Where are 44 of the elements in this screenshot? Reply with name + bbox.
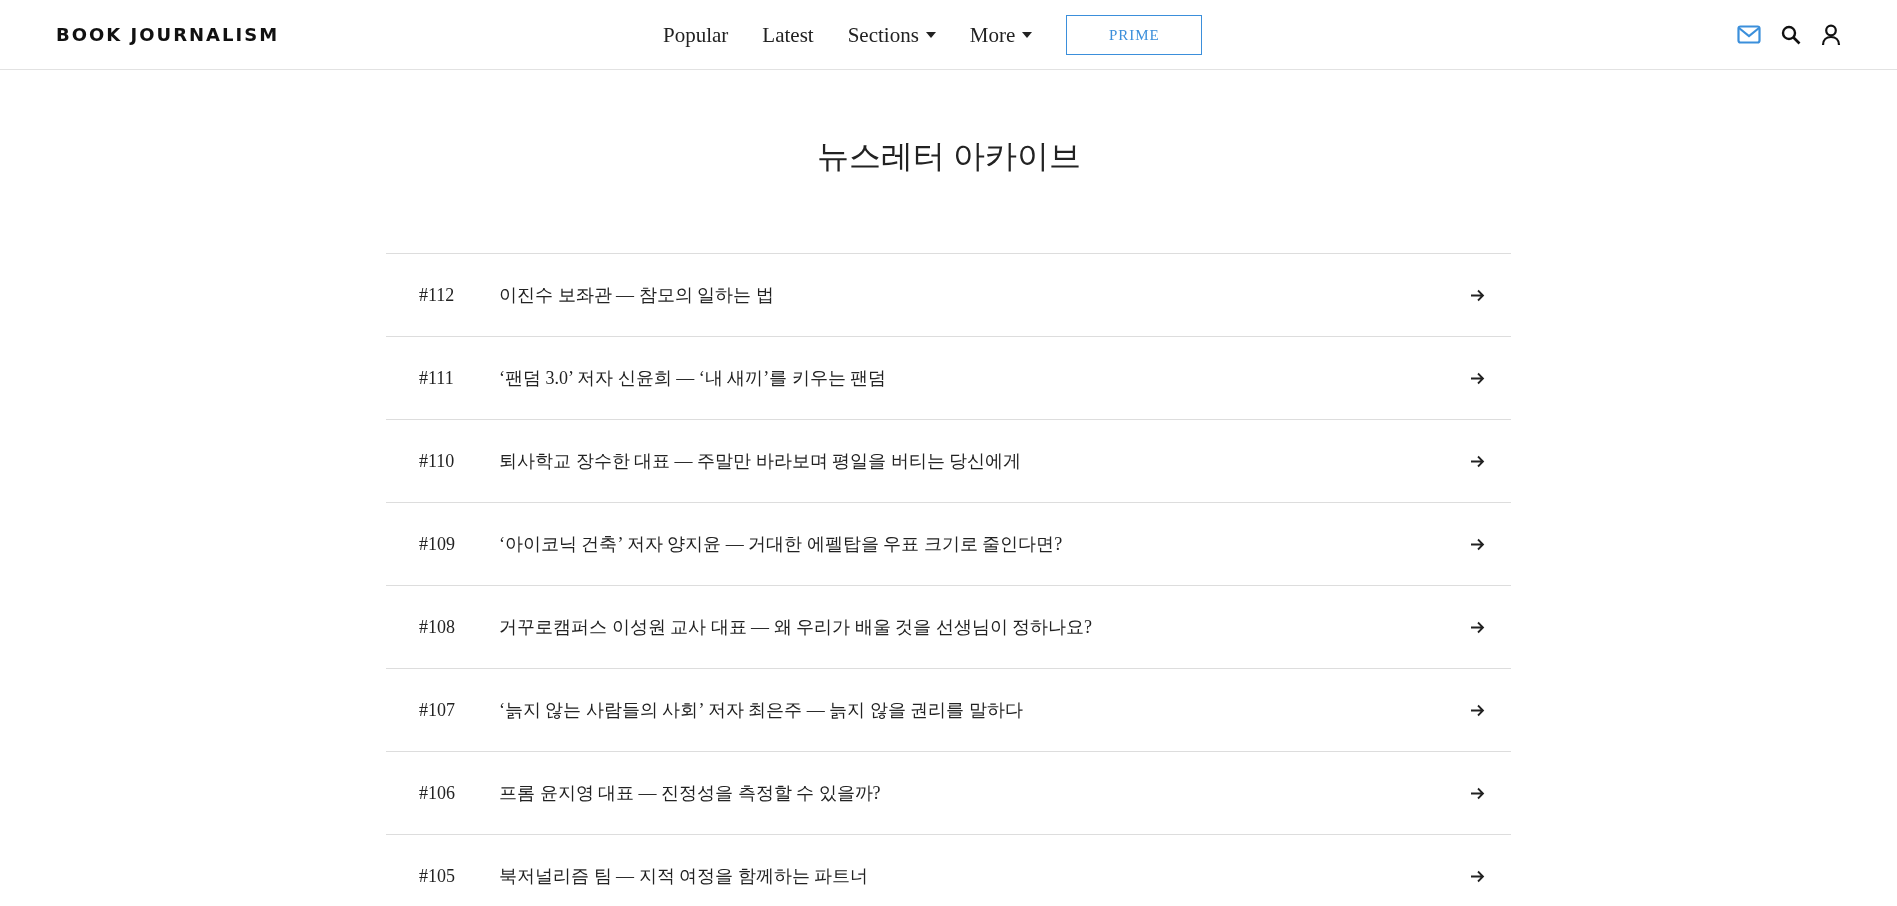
arrow-icon (1470, 620, 1485, 634)
newsletter-item[interactable]: #110 퇴사학교 장수한 대표 — 주말만 바라보며 평일을 버티는 당신에게 (386, 420, 1511, 502)
issue-number: #111 (419, 367, 455, 389)
issue-number: #109 (419, 533, 456, 555)
newsletter-item[interactable]: #106 프롬 윤지영 대표 — 진정성을 측정할 수 있을까? (386, 752, 1511, 834)
newsletter-title: 북저널리즘 팀 — 지적 여정을 함께하는 파트너 (499, 865, 869, 888)
newsletter-item[interactable]: #109 ‘아이코닉 건축’ 저자 양지윤 — 거대한 에펠탑을 우표 크기로 줄인다면? (386, 503, 1511, 585)
newsletter-title: ‘팬덤 3.0’ 저자 신윤희 — ‘내 새끼’를 키우는 팬덤 (499, 367, 888, 390)
prime-button[interactable]: PRIME (1066, 15, 1203, 55)
search-icon[interactable] (1781, 24, 1801, 45)
newsletter-title: 프롬 윤지영 대표 — 진정성을 측정할 수 있을까? (499, 782, 882, 805)
newsletter-title: 거꾸로캠퍼스 이성원 교사 대표 — 왜 우리가 배울 것을 선생님이 정하나요? (499, 616, 1093, 639)
user-icon[interactable] (1821, 23, 1841, 46)
arrow-icon (1470, 869, 1485, 883)
caret-icon (925, 32, 936, 38)
arrow-icon (1470, 288, 1485, 302)
nav-link[interactable]: Latest (762, 22, 814, 48)
newsletter-item[interactable]: #107 ‘늙지 않는 사람들의 사회’ 저자 최은주 — 늙지 않을 권리를 말하다 (386, 669, 1511, 751)
page-title: 뉴스레터 아카이브 (815, 137, 1082, 176)
newsletter-item[interactable]: #112 이진수 보좌관 — 참모의 일하는 법 (386, 254, 1511, 336)
arrow-icon (1470, 371, 1485, 385)
newsletter-title: ‘아이코닉 건축’ 저자 양지윤 — 거대한 에펠탑을 우표 크기로 줄인다면? (499, 533, 1064, 556)
issue-number: #108 (419, 616, 456, 638)
newsletter-item[interactable]: #105 북저널리즘 팀 — 지적 여정을 함께하는 파트너 (386, 835, 1511, 906)
nav-menu[interactable]: Sections (847, 22, 936, 48)
issue-number: #107 (419, 699, 456, 721)
newsletter-item[interactable]: #111 ‘팬덤 3.0’ 저자 신윤희 — ‘내 새끼’를 키우는 팬덤 (386, 337, 1511, 419)
issue-number: #110 (419, 450, 456, 472)
newsletter-title: 이진수 보좌관 — 참모의 일하는 법 (499, 284, 775, 307)
caret-icon (1022, 32, 1033, 38)
nav-menu[interactable]: More (969, 22, 1033, 48)
site-logo[interactable]: BOOK JOURNALISM (56, 24, 280, 45)
issue-number: #106 (419, 782, 456, 804)
newsletter-title: ‘늙지 않는 사람들의 사회’ 저자 최은주 — 늙지 않을 권리를 말하다 (499, 699, 1024, 722)
newsletter-item[interactable]: #108 거꾸로캠퍼스 이성원 교사 대표 — 왜 우리가 배울 것을 선생님이 정하나요? (386, 586, 1511, 668)
mail-icon[interactable] (1737, 25, 1761, 44)
arrow-icon (1470, 454, 1485, 468)
issue-number: #112 (419, 284, 456, 306)
newsletter-title: 퇴사학교 장수한 대표 — 주말만 바라보며 평일을 버티는 당신에게 (499, 450, 1022, 473)
arrow-icon (1470, 786, 1485, 800)
arrow-icon (1470, 703, 1485, 717)
nav-link[interactable]: Popular (663, 22, 729, 48)
issue-number: #105 (419, 865, 456, 887)
arrow-icon (1470, 537, 1485, 551)
